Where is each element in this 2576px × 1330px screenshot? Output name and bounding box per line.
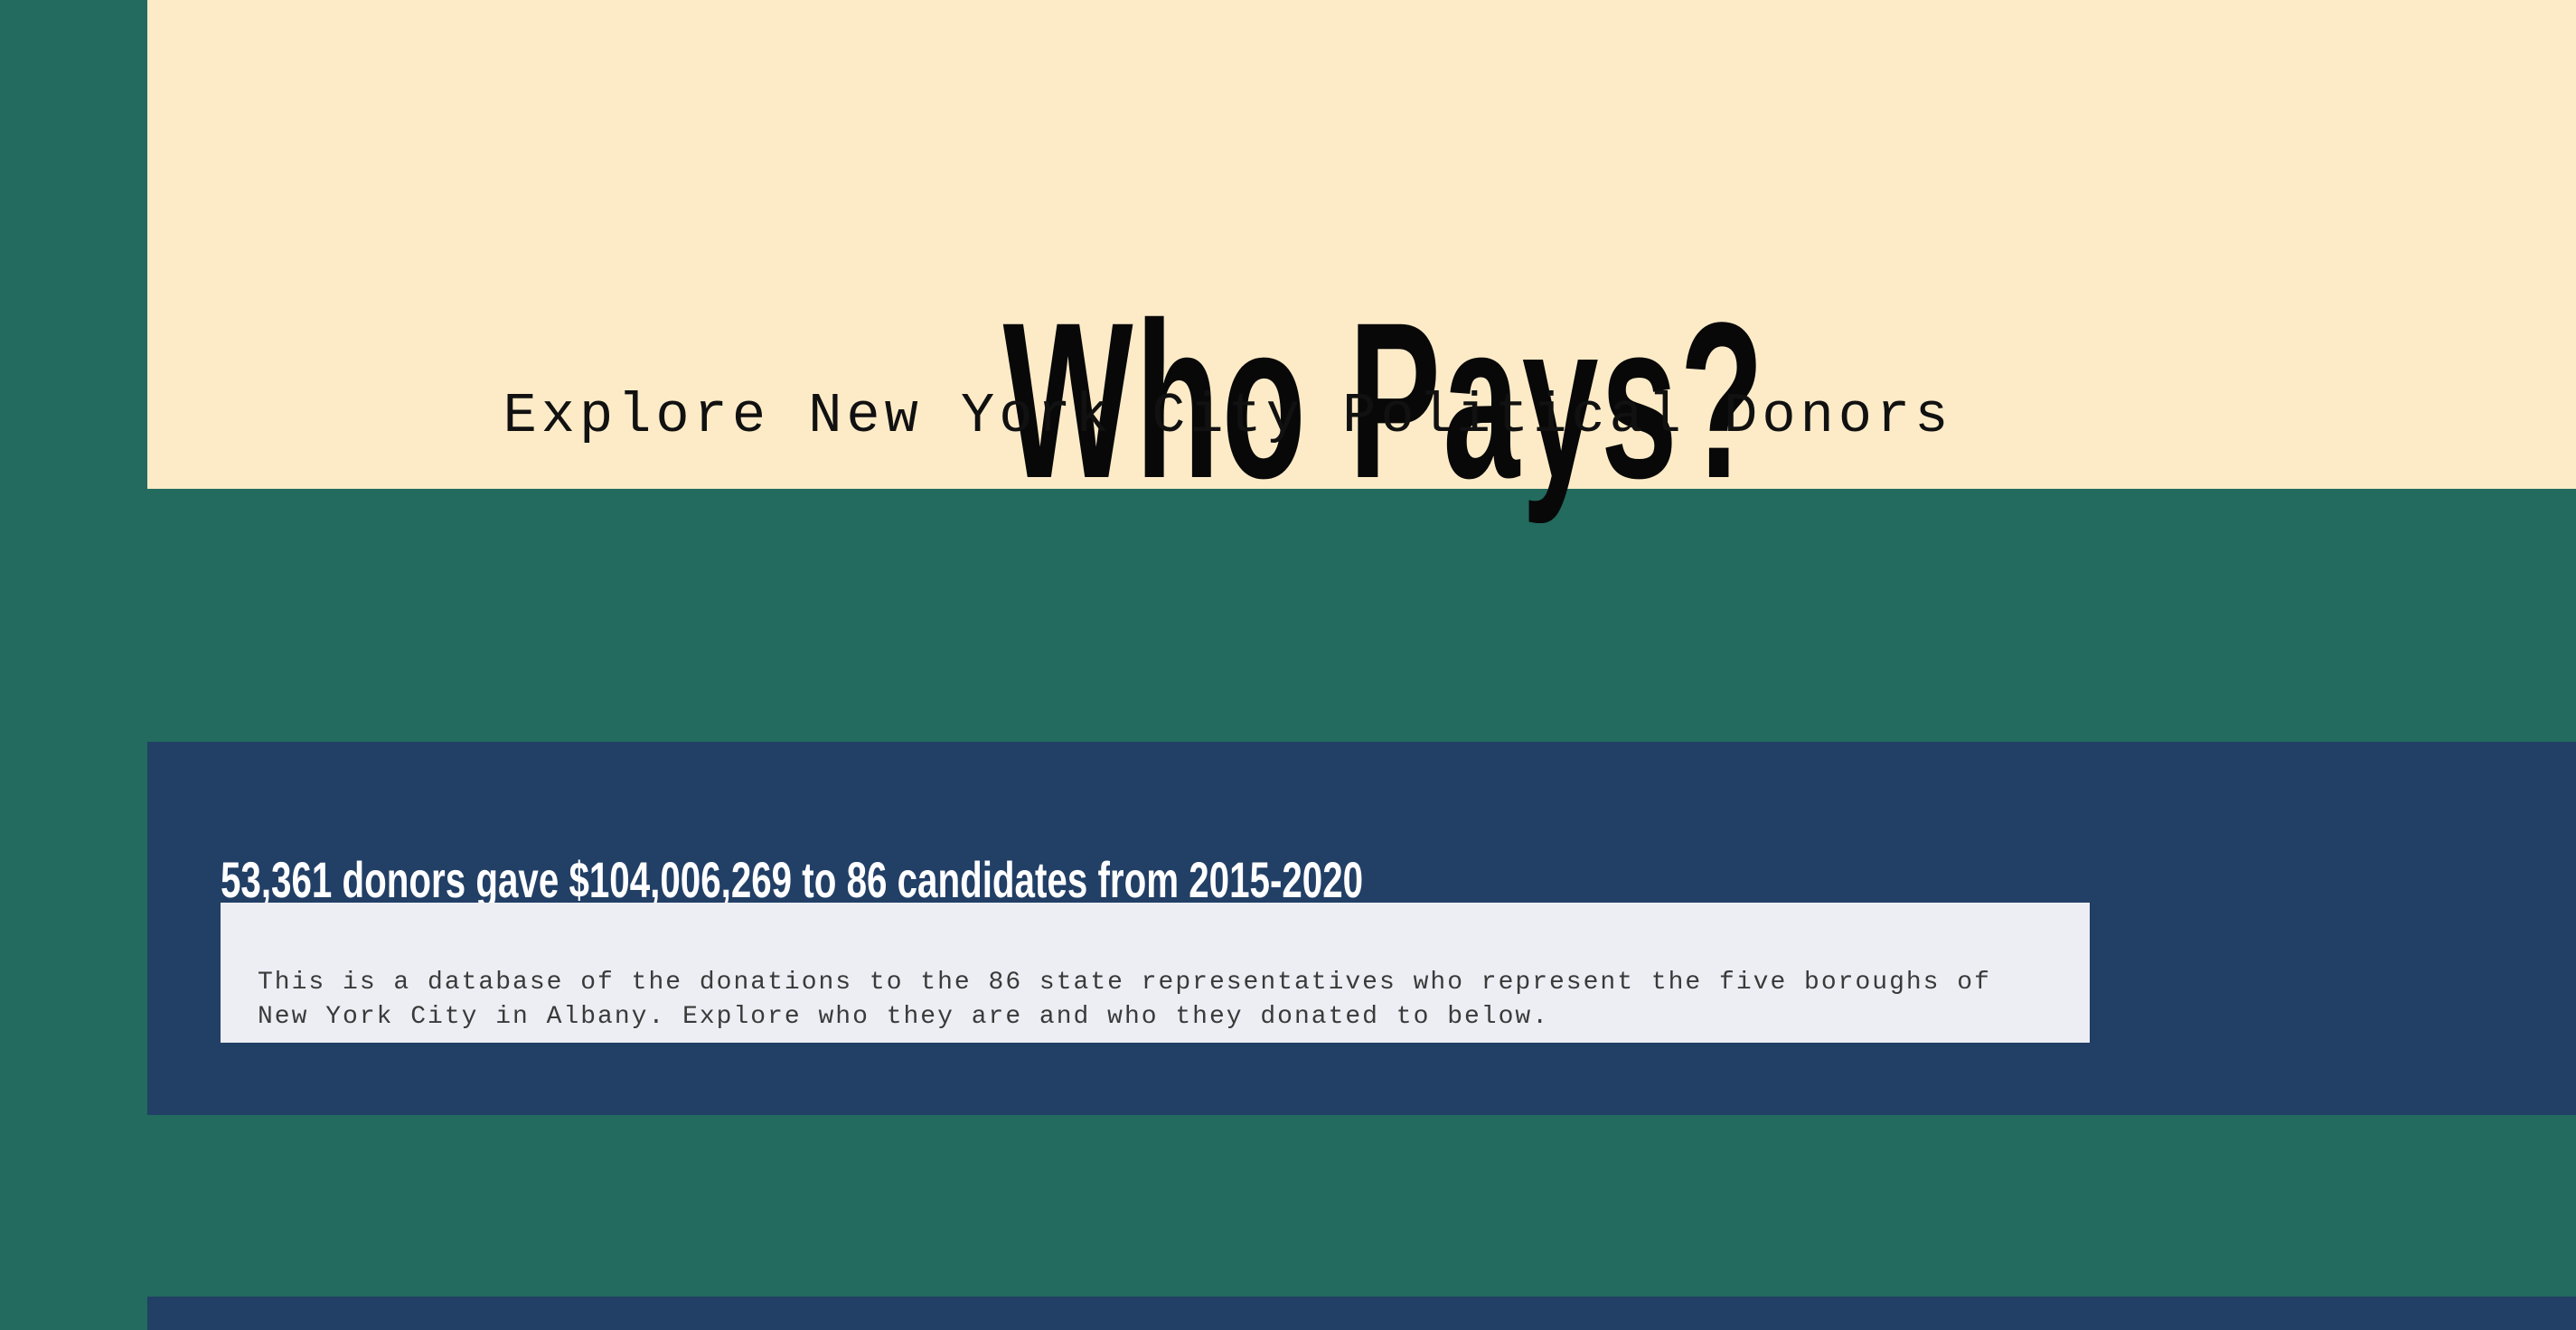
page-subtitle: Explore New York City Political Donors — [503, 384, 1953, 448]
hero-banner: Who Pays? Explore New York City Politica… — [147, 0, 2576, 511]
description-text: This is a database of the donations to t… — [258, 969, 1991, 1031]
next-section — [147, 1297, 2576, 1330]
summary-section: 53,361 donors gave $104,006,269 to 86 ca… — [147, 742, 2576, 1115]
description-box: This is a database of the donations to t… — [221, 903, 2090, 1043]
donor-summary-heading: 53,361 donors gave $104,006,269 to 86 ca… — [221, 851, 1364, 909]
